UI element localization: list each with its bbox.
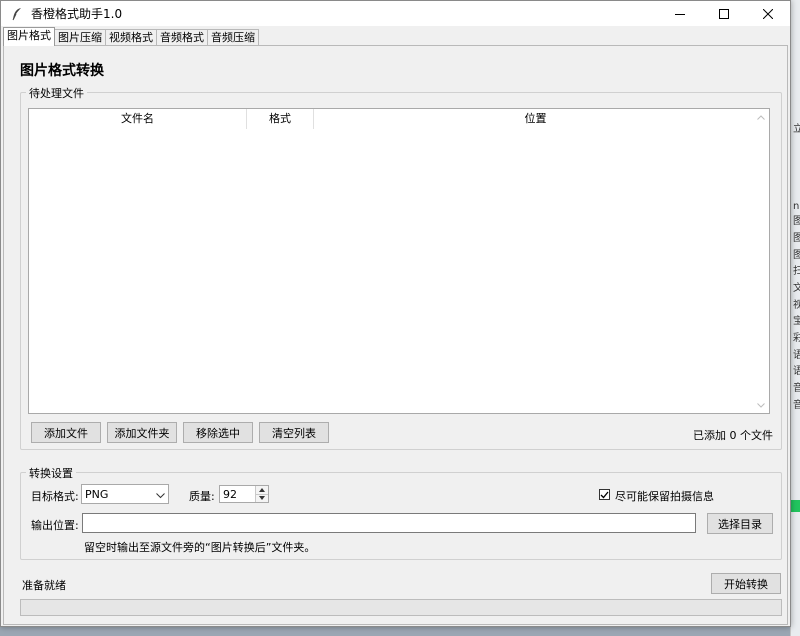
progress-bar (20, 599, 782, 616)
background-text-fragment: n (793, 201, 800, 212)
start-convert-button[interactable]: 开始转换 (711, 573, 781, 594)
tab-bar: 图片格式 图片压缩 视频格式 音频格式 音频压缩 (3, 27, 259, 46)
background-text-fragment: 文 (793, 283, 800, 294)
maximize-button[interactable] (702, 1, 746, 26)
maximize-icon (719, 8, 729, 19)
tab-video-format[interactable]: 视频格式 (105, 29, 157, 46)
files-group: 待处理文件 文件名 格式 位置 添加文件 添加文件夹 移除选中 清空列表 已添加… (20, 85, 782, 450)
tab-image-format[interactable]: 图片格式 (3, 27, 55, 46)
file-table-header: 文件名 格式 位置 (29, 109, 757, 129)
title-bar[interactable]: 香橙格式助手1.0 (1, 1, 790, 26)
feather-icon (9, 6, 25, 22)
quality-spinbox[interactable]: 92 (219, 485, 269, 503)
page-title: 图片格式转换 (20, 63, 104, 79)
file-table-scrollbar[interactable] (753, 109, 769, 413)
app-window: 香橙格式助手1.0 图片格式 图片压缩 视频格式 音频格式 音频压缩 图片格式转… (0, 0, 791, 627)
target-format-value: PNG (85, 487, 109, 501)
choose-directory-button[interactable]: 选择目录 (707, 513, 773, 534)
background-text-fragment: 图 (793, 216, 800, 227)
output-location-input[interactable] (82, 513, 696, 533)
tab-audio-compress[interactable]: 音频压缩 (207, 29, 259, 46)
file-count-label: 已添加 0 个文件 (693, 429, 773, 442)
scroll-down-button[interactable] (753, 397, 769, 413)
background-text-fragment: 宝 (793, 316, 800, 327)
background-text-fragment: 音 (793, 400, 800, 411)
background-text-fragment: 立 (793, 124, 800, 135)
target-format-label: 目标格式: (31, 490, 79, 503)
background-text-fragment: 图 (793, 250, 800, 261)
remove-selected-button[interactable]: 移除选中 (183, 422, 253, 443)
column-header-format[interactable]: 格式 (247, 109, 314, 129)
quality-stepper (255, 486, 268, 502)
settings-group: 转换设置 目标格式: PNG 质量: 92 尽可能保留拍摄信息 输出位置: 选择… (20, 465, 782, 560)
quality-decrement-button[interactable] (256, 493, 268, 502)
add-file-button[interactable]: 添加文件 (31, 422, 101, 443)
keep-exif-checkbox[interactable] (599, 489, 610, 500)
tab-panel-image-format: 图片格式转换 待处理文件 文件名 格式 位置 添加文件 添加文件夹 移除选中 清… (3, 45, 788, 625)
add-folder-button[interactable]: 添加文件夹 (107, 422, 177, 443)
background-window-edge: 立 n 图 图 图 扫 文 视 宝 彩 语 语 音 音 (790, 0, 800, 636)
scroll-up-button[interactable] (753, 109, 769, 125)
target-format-select[interactable]: PNG (81, 484, 169, 504)
triangle-up-icon (259, 487, 265, 492)
minimize-button[interactable] (658, 1, 702, 26)
close-icon (763, 8, 773, 19)
minimize-icon (675, 13, 685, 15)
quality-increment-button[interactable] (256, 486, 268, 494)
background-green-indicator (791, 500, 800, 512)
window-controls (658, 1, 790, 26)
background-text-fragment: 视 (793, 300, 800, 311)
background-text-fragment: 彩 (793, 333, 800, 344)
chevron-down-icon (757, 402, 765, 408)
tab-audio-format[interactable]: 音频格式 (156, 29, 208, 46)
background-text-fragment: 音 (793, 383, 800, 394)
files-group-legend: 待处理文件 (26, 85, 87, 101)
window-title: 香橙格式助手1.0 (31, 7, 123, 21)
background-text-fragment: 语 (793, 350, 800, 361)
checkmark-icon (600, 491, 609, 498)
tab-image-compress[interactable]: 图片压缩 (54, 29, 106, 46)
background-text-fragment: 扫 (793, 266, 800, 277)
chevron-up-icon (757, 114, 765, 120)
triangle-down-icon (259, 496, 265, 501)
quality-value: 92 (223, 487, 237, 501)
quality-label: 质量: (189, 490, 215, 503)
chevron-down-icon (156, 489, 165, 502)
file-table[interactable]: 文件名 格式 位置 (28, 108, 770, 414)
column-header-filename[interactable]: 文件名 (29, 109, 247, 129)
output-hint-text: 留空时输出至源文件旁的“图片转换后”文件夹。 (84, 541, 316, 554)
keep-exif-label[interactable]: 尽可能保留拍摄信息 (615, 488, 714, 504)
status-text: 准备就绪 (22, 579, 66, 592)
output-location-label: 输出位置: (31, 519, 79, 532)
clear-list-button[interactable]: 清空列表 (259, 422, 329, 443)
close-button[interactable] (746, 1, 790, 26)
background-text-fragment: 图 (793, 233, 800, 244)
background-text-fragment: 语 (793, 366, 800, 377)
column-header-location[interactable]: 位置 (314, 109, 757, 129)
settings-group-legend: 转换设置 (26, 465, 76, 481)
